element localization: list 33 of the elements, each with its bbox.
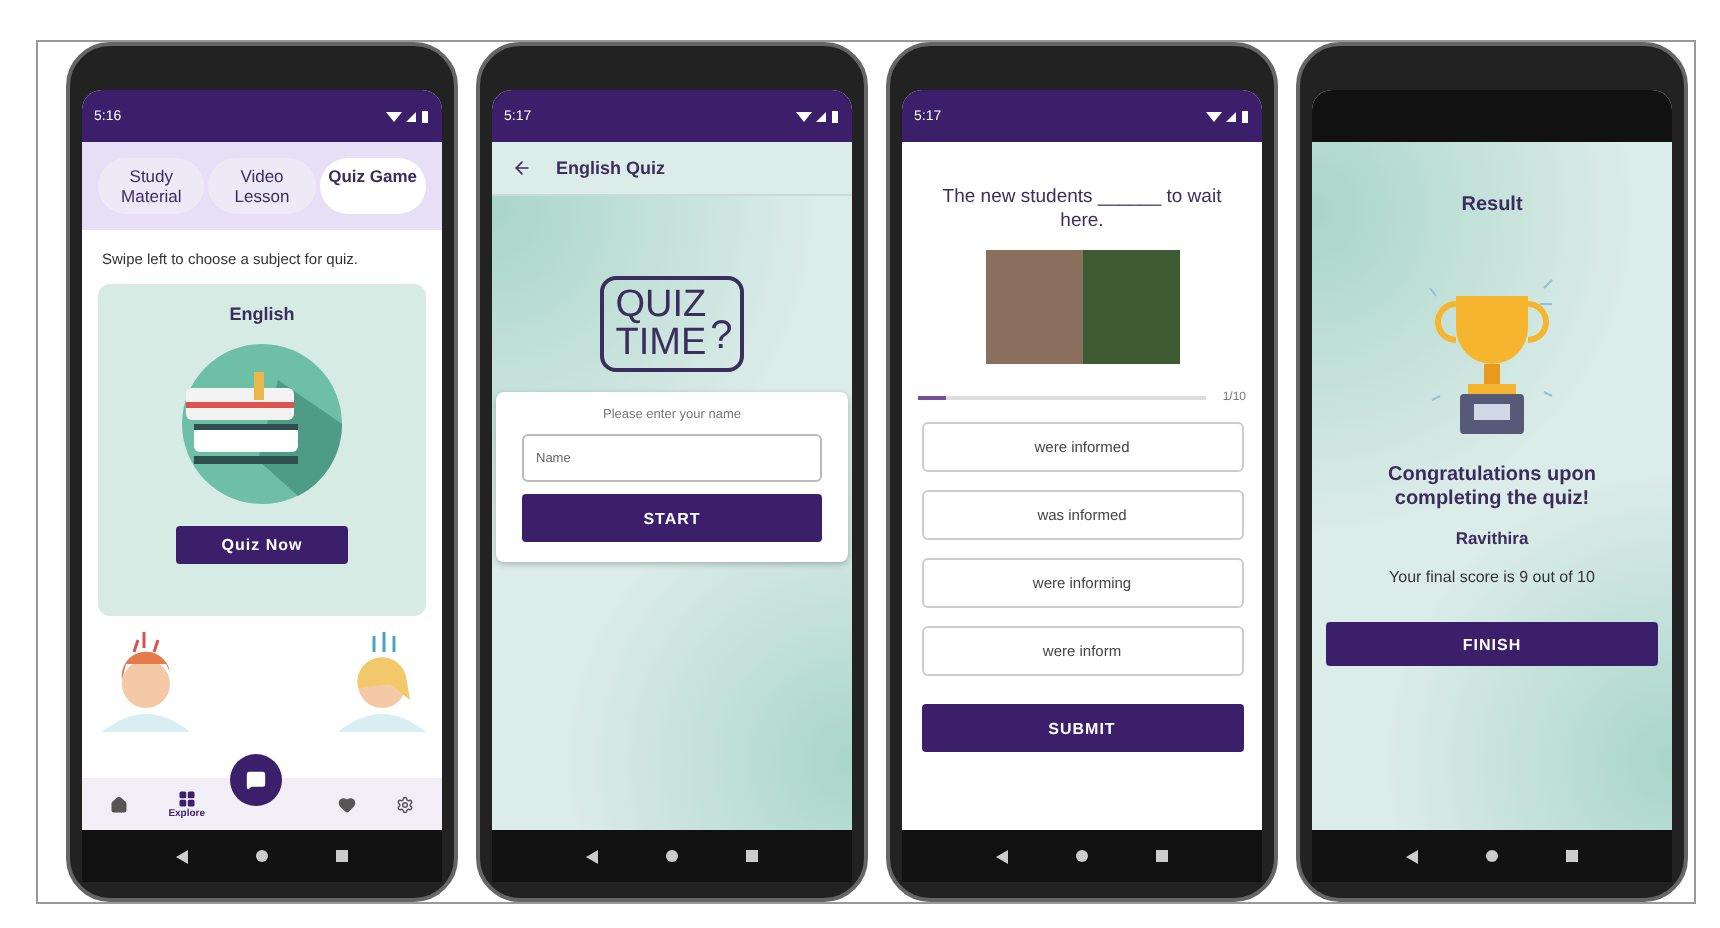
back-icon[interactable] bbox=[586, 849, 598, 863]
status-icons bbox=[386, 109, 430, 123]
submit-button[interactable]: SUBMIT bbox=[921, 704, 1243, 752]
home-circle-icon[interactable] bbox=[256, 850, 268, 862]
settings-icon[interactable] bbox=[395, 795, 414, 813]
subject-card[interactable]: English Quiz Now bbox=[98, 284, 426, 616]
quiz-now-button[interactable]: Quiz Now bbox=[176, 526, 348, 564]
chat-icon bbox=[246, 770, 266, 790]
home-circle-icon[interactable] bbox=[666, 850, 678, 862]
tab[interactable]: Quiz Game bbox=[319, 158, 426, 214]
status-icons bbox=[796, 109, 840, 123]
back-icon[interactable] bbox=[176, 849, 188, 863]
question-text: The new students ______ to wait here. bbox=[940, 186, 1224, 234]
status-icons bbox=[1206, 109, 1250, 123]
heart-icon[interactable] bbox=[337, 795, 356, 813]
tab[interactable]: Video Lesson bbox=[208, 158, 316, 214]
subject-title: English bbox=[229, 304, 295, 324]
player-name: Ravithira bbox=[1455, 528, 1529, 548]
start-button[interactable]: START bbox=[522, 494, 822, 542]
back-icon[interactable] bbox=[996, 849, 1008, 863]
tab[interactable]: Study Material bbox=[98, 158, 205, 214]
home-icon[interactable] bbox=[110, 795, 129, 813]
score-text: Your final score is 9 out of 10 bbox=[1389, 568, 1595, 586]
home-circle-icon[interactable] bbox=[1076, 850, 1088, 862]
chat-fab[interactable] bbox=[230, 754, 282, 806]
result-title: Result bbox=[1461, 194, 1523, 216]
grid-icon[interactable] bbox=[177, 789, 196, 807]
screen-title: English Quiz bbox=[556, 158, 666, 178]
finish-button[interactable]: FINISH bbox=[1326, 622, 1658, 666]
home-circle-icon[interactable] bbox=[1486, 850, 1498, 862]
back-icon[interactable] bbox=[512, 158, 532, 178]
congratulations-heading: Congratulations upon completing the quiz! bbox=[1386, 464, 1598, 512]
back-icon[interactable] bbox=[1406, 849, 1418, 863]
